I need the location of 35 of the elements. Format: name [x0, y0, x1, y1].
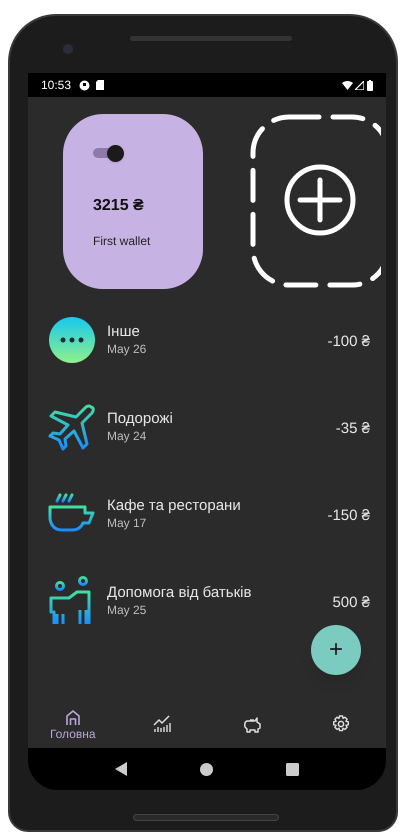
status-time: 10:53 — [41, 77, 72, 94]
settings-icon — [332, 715, 350, 733]
transaction-date: May 24 — [107, 428, 148, 444]
line-chart-icon — [153, 715, 172, 733]
category-name: Кафе та ресторани — [107, 497, 241, 515]
more-icon — [47, 315, 97, 365]
recents-icon[interactable] — [286, 762, 300, 776]
transaction-amount: -100 ₴ — [327, 332, 370, 352]
category-name: Допомога від батьків — [107, 584, 252, 602]
transaction-date: May 17 — [107, 515, 148, 531]
camera-icon — [63, 44, 73, 54]
category-name: Подорожі — [107, 410, 173, 428]
back-icon[interactable] — [114, 762, 127, 776]
signal-icon — [355, 80, 364, 90]
wallet-name: First wallet — [93, 233, 152, 250]
add-wallet-icon[interactable] — [250, 114, 381, 289]
battery-icon — [367, 80, 373, 90]
add-transaction-button[interactable]: + — [311, 625, 361, 675]
transaction-amount: -150 ₴ — [327, 506, 370, 526]
airplane-icon — [47, 402, 97, 452]
category-name: Інше — [107, 323, 141, 341]
transaction-date: May 26 — [107, 341, 146, 357]
home-icon — [64, 708, 82, 726]
piggy-bank-icon — [242, 715, 261, 733]
wallet-toggle[interactable] — [93, 145, 123, 161]
transaction-amount: 500 ₴ — [332, 593, 370, 613]
wallet-balance: 3215 ₴ — [93, 196, 145, 216]
transaction-amount: -35 ₴ — [336, 419, 370, 439]
app-notification-icon — [79, 80, 90, 90]
sd-card-icon — [96, 80, 104, 90]
home-circle-icon[interactable] — [200, 762, 213, 776]
nav-tab[interactable]: Головна — [28, 700, 118, 748]
wallet-card[interactable]: 3215 ₴ First wallet — [63, 114, 203, 289]
wifi-icon — [342, 80, 353, 90]
transaction-date: May 25 — [107, 602, 148, 618]
